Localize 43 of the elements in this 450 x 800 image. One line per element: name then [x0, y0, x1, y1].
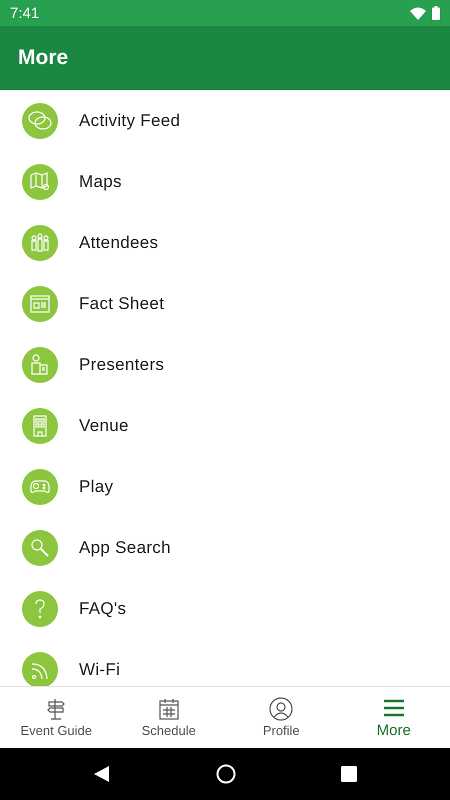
menu-item[interactable]: Presenters: [0, 334, 450, 395]
map-pin-icon: [22, 164, 58, 200]
search-icon: [22, 530, 58, 566]
battery-icon: [432, 6, 440, 20]
recents-icon[interactable]: [341, 766, 358, 782]
menu-label: Maps: [79, 172, 122, 192]
menu-label: Presenters: [79, 354, 164, 374]
chat-bubbles-icon: [22, 102, 58, 138]
menu-item[interactable]: App Search: [0, 517, 450, 578]
gamepad-icon: [22, 468, 58, 504]
status-time: 7:41: [10, 4, 40, 22]
building-icon: [22, 408, 58, 444]
menu-item[interactable]: Attendees: [0, 212, 450, 273]
document-icon: [22, 286, 58, 322]
menu-item[interactable]: Maps: [0, 151, 450, 212]
wifi-icon: [22, 652, 58, 686]
menu-item[interactable]: Wi-Fi: [0, 639, 450, 686]
wifi-signal-icon: [410, 6, 426, 20]
menu-item[interactable]: Fact Sheet: [0, 273, 450, 334]
nav-tab[interactable]: More: [338, 687, 450, 748]
back-icon[interactable]: [92, 765, 111, 783]
home-icon[interactable]: [216, 764, 236, 784]
menu-item[interactable]: Venue: [0, 395, 450, 456]
menu-label: Play: [79, 476, 114, 496]
menu-item[interactable]: FAQ's: [0, 578, 450, 639]
menu-item[interactable]: Play: [0, 456, 450, 517]
nav-tab[interactable]: Schedule: [112, 687, 225, 748]
menu-label: Venue: [79, 416, 129, 436]
people-icon: [22, 224, 58, 260]
question-mark-icon: [22, 590, 58, 626]
menu-label: Activity Feed: [79, 110, 180, 130]
calendar-icon: [156, 697, 181, 721]
profile-icon: [269, 697, 294, 721]
menu-item[interactable]: Activity Feed: [0, 90, 450, 151]
menu-label: FAQ's: [79, 598, 126, 618]
menu-label: Attendees: [79, 232, 158, 252]
menu-label: Wi-Fi: [79, 660, 120, 680]
nav-tab[interactable]: Profile: [225, 687, 338, 748]
menu-label: Fact Sheet: [79, 294, 164, 314]
nav-tab[interactable]: Event Guide: [0, 687, 112, 748]
page-title: More: [18, 46, 68, 70]
menu-label: App Search: [79, 538, 171, 558]
person-document-icon: [22, 346, 58, 382]
